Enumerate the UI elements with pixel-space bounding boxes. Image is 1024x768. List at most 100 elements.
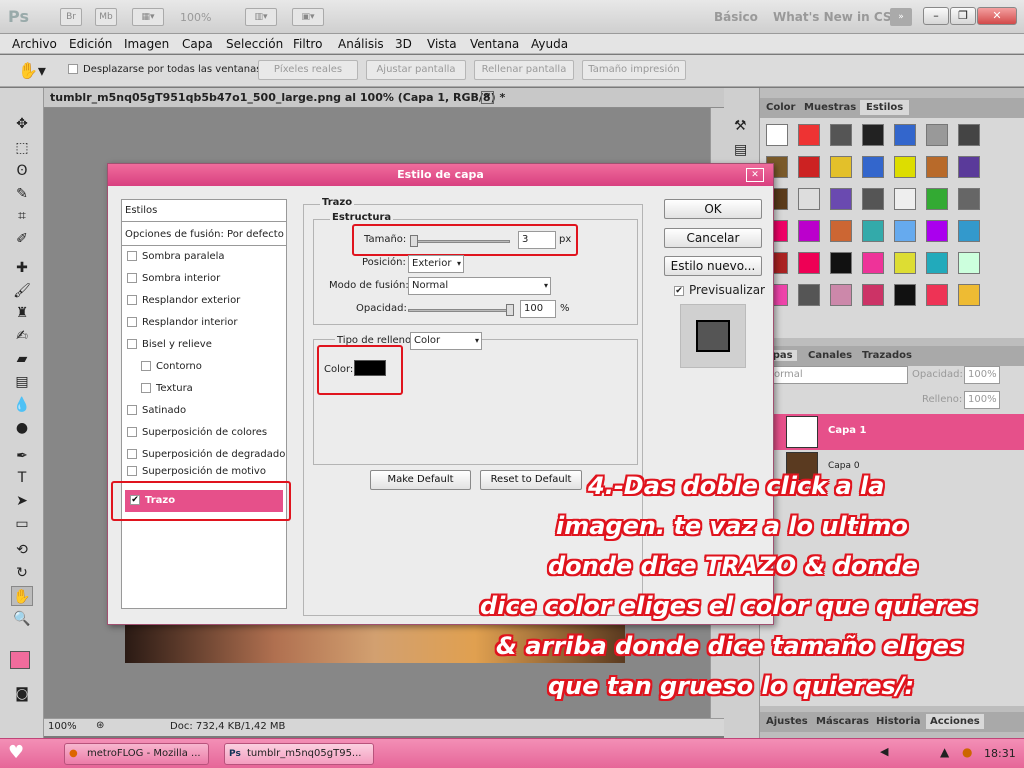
fill-screen-button[interactable]: Rellenar pantalla: [474, 60, 574, 80]
zoom-level[interactable]: 100%: [180, 11, 211, 24]
effect-bevel-emboss[interactable]: Bisel y relieve: [122, 334, 286, 356]
tab-masks[interactable]: Máscaras: [816, 716, 869, 727]
blend-mode-dialog-select[interactable]: Normal ▾: [408, 277, 551, 295]
opacity-slider[interactable]: [408, 309, 514, 312]
style-swatch[interactable]: [862, 156, 884, 178]
lasso-tool-icon[interactable]: ʘ: [11, 161, 33, 181]
workspace-whats-new[interactable]: What's New in CS5: [773, 10, 900, 24]
style-swatch[interactable]: [798, 284, 820, 306]
style-swatch[interactable]: [830, 220, 852, 242]
blur-tool-icon[interactable]: 💧: [11, 395, 33, 415]
healing-brush-icon[interactable]: ✚: [11, 258, 33, 278]
close-document-icon[interactable]: ✕: [481, 91, 494, 104]
style-swatch[interactable]: [926, 124, 948, 146]
tab-adjustments[interactable]: Ajustes: [766, 716, 808, 727]
opacity-dialog-input[interactable]: 100: [520, 300, 556, 318]
quick-mask-icon[interactable]: ◙: [11, 684, 33, 704]
cancel-button[interactable]: Cancelar: [664, 228, 762, 248]
style-swatch[interactable]: [830, 284, 852, 306]
clone-stamp-icon[interactable]: ♜: [11, 303, 33, 323]
document-tab-title[interactable]: tumblr_m5nq05gT951qb5b47o1_500_large.png…: [50, 91, 505, 104]
effect-drop-shadow[interactable]: Sombra paralela: [122, 246, 286, 268]
menu-filtro[interactable]: Filtro: [293, 37, 322, 51]
style-swatch[interactable]: [798, 156, 820, 178]
menu-archivo[interactable]: Archivo: [12, 37, 57, 51]
effect-gradient-overlay[interactable]: Superposición de degradado: [122, 444, 286, 466]
style-swatch[interactable]: [862, 252, 884, 274]
style-swatch[interactable]: [830, 156, 852, 178]
3d-orbit-icon[interactable]: ↻: [11, 563, 33, 583]
preview-checkbox[interactable]: ✔: [674, 285, 684, 296]
style-swatch[interactable]: [830, 188, 852, 210]
style-swatch[interactable]: [894, 156, 916, 178]
history-brush-icon[interactable]: ✍: [11, 326, 33, 346]
marquee-tool-icon[interactable]: ⬚: [11, 138, 33, 158]
menu-vista[interactable]: Vista: [427, 37, 457, 51]
screen-mode-icon[interactable]: ▣▾: [292, 8, 324, 26]
style-swatch[interactable]: [830, 124, 852, 146]
style-swatch[interactable]: [958, 124, 980, 146]
blend-options-item[interactable]: Opciones de fusión: Por defecto: [122, 224, 286, 246]
minimize-button[interactable]: –: [923, 7, 949, 25]
blend-mode-select[interactable]: ormal: [770, 366, 908, 384]
hand-tool-icon[interactable]: ✋: [11, 586, 33, 606]
new-style-button[interactable]: Estilo nuevo...: [664, 256, 762, 276]
style-swatch[interactable]: [926, 252, 948, 274]
dialog-close-icon[interactable]: ✕: [746, 168, 764, 182]
make-default-button[interactable]: Make Default: [370, 470, 471, 490]
fill-field[interactable]: 100%: [964, 391, 1000, 409]
gradient-tool-icon[interactable]: ▤: [11, 372, 33, 392]
3d-rotate-icon[interactable]: ⟲: [11, 540, 33, 560]
layer-row-selected[interactable]: Capa 1: [770, 414, 1024, 450]
style-swatch[interactable]: [926, 188, 948, 210]
eyedropper-icon[interactable]: ✐: [11, 229, 33, 249]
shape-tool-icon[interactable]: ▭: [11, 514, 33, 534]
status-zoom[interactable]: 100%: [48, 721, 77, 732]
fit-screen-button[interactable]: Ajustar pantalla: [366, 60, 466, 80]
opacity-slider-handle[interactable]: [506, 304, 514, 316]
effect-satin[interactable]: Satinado: [122, 400, 286, 422]
style-swatch[interactable]: [958, 252, 980, 274]
tab-swatches[interactable]: Muestras: [804, 102, 856, 113]
hand-tool-icon[interactable]: ✋▾: [18, 61, 46, 80]
style-swatch[interactable]: [894, 252, 916, 274]
reset-default-button[interactable]: Reset to Default: [480, 470, 582, 490]
style-swatch[interactable]: [958, 284, 980, 306]
effect-pattern-overlay[interactable]: Superposición de motivo: [122, 466, 286, 478]
tab-history[interactable]: Historia: [876, 716, 921, 727]
style-swatch[interactable]: [862, 124, 884, 146]
restore-button[interactable]: ❐: [950, 7, 976, 25]
effect-color-overlay[interactable]: Superposición de colores: [122, 422, 286, 444]
tab-actions[interactable]: Acciones: [926, 714, 984, 729]
effect-inner-glow[interactable]: Resplandor interior: [122, 312, 286, 334]
position-select[interactable]: Exterior ▾: [408, 255, 464, 273]
tool-presets-icon[interactable]: ⚒: [734, 118, 747, 134]
tray-arrow-icon[interactable]: ◀: [880, 745, 888, 758]
view-extras-icon[interactable]: ▦▾: [132, 8, 164, 26]
menu-seleccion[interactable]: Selección: [226, 37, 283, 51]
style-swatch[interactable]: [830, 252, 852, 274]
zoom-tool-icon[interactable]: 🔍: [11, 609, 33, 629]
tab-paths[interactable]: Trazados: [862, 350, 912, 361]
tab-styles[interactable]: Estilos: [860, 100, 910, 115]
style-swatch[interactable]: [926, 220, 948, 242]
effect-inner-shadow[interactable]: Sombra interior: [122, 268, 286, 290]
tray-app-icon[interactable]: ●: [962, 745, 972, 759]
close-button[interactable]: ✕: [977, 7, 1017, 25]
type-tool-icon[interactable]: T: [11, 468, 33, 488]
style-swatch[interactable]: [926, 284, 948, 306]
scroll-all-windows-option[interactable]: Desplazarse por todas las ventanas: [68, 64, 261, 75]
style-swatch[interactable]: [894, 284, 916, 306]
effect-texture[interactable]: Textura: [122, 378, 286, 400]
preview-option[interactable]: ✔ Previsualizar: [674, 283, 765, 297]
menu-ventana[interactable]: Ventana: [470, 37, 519, 51]
style-swatch[interactable]: [894, 124, 916, 146]
tab-color[interactable]: Color: [766, 102, 795, 113]
style-swatch[interactable]: [798, 188, 820, 210]
foreground-color-swatch[interactable]: [10, 651, 30, 669]
quick-selection-icon[interactable]: ✎: [11, 184, 33, 204]
menu-edicion[interactable]: Edición: [69, 37, 112, 51]
tray-network-icon[interactable]: ▲: [940, 745, 949, 759]
ok-button[interactable]: OK: [664, 199, 762, 219]
style-swatch[interactable]: [798, 124, 820, 146]
